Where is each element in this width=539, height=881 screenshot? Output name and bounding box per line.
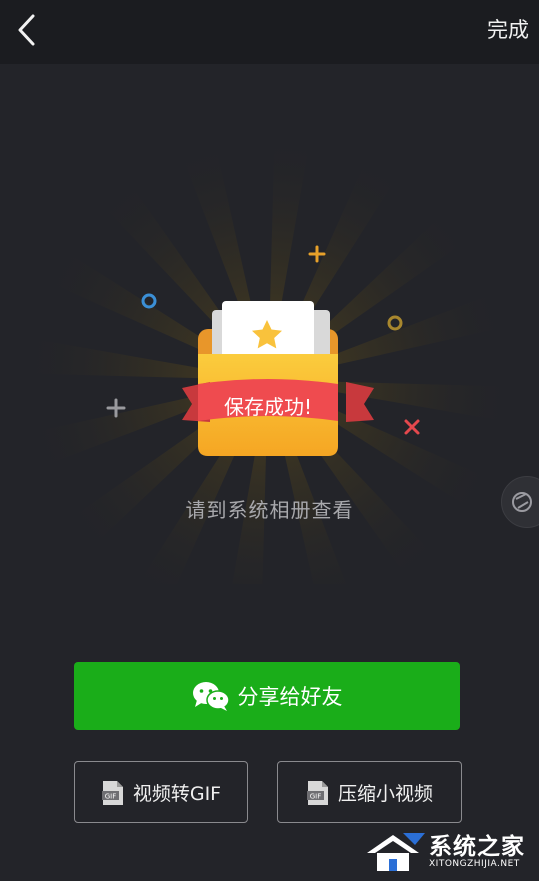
- compress-video-button[interactable]: GIF 压缩小视频: [277, 761, 462, 823]
- aperture-icon: [512, 492, 532, 512]
- watermark-url: XITONGZHIJIA.NET: [429, 859, 520, 869]
- gif-file-icon: GIF: [306, 780, 330, 805]
- banner-text: 保存成功!: [224, 395, 312, 419]
- back-button[interactable]: [10, 10, 42, 50]
- compress-button-label: 压缩小视频: [337, 782, 433, 805]
- share-to-friends-button[interactable]: 分享给好友: [74, 662, 460, 730]
- video-to-gif-button[interactable]: GIF 视频转GIF: [74, 761, 248, 823]
- svg-text:GIF: GIF: [105, 793, 117, 801]
- done-button[interactable]: 完成: [487, 14, 529, 46]
- hint-text: 请到系统相册查看: [185, 498, 354, 522]
- top-bar: 完成: [0, 0, 539, 64]
- wechat-icon: [192, 680, 230, 712]
- site-watermark: 系统之家 XITONGZHIJIA.NET: [363, 827, 533, 877]
- watermark-title: 系统之家: [429, 834, 525, 860]
- svg-text:GIF: GIF: [310, 793, 322, 801]
- gif-file-icon: GIF: [101, 780, 125, 805]
- chevron-left-icon: [18, 14, 35, 46]
- share-button-label: 分享给好友: [237, 685, 343, 709]
- folder-icon: [198, 301, 338, 456]
- house-logo-icon: [367, 833, 425, 871]
- gif-button-label: 视频转GIF: [132, 782, 222, 805]
